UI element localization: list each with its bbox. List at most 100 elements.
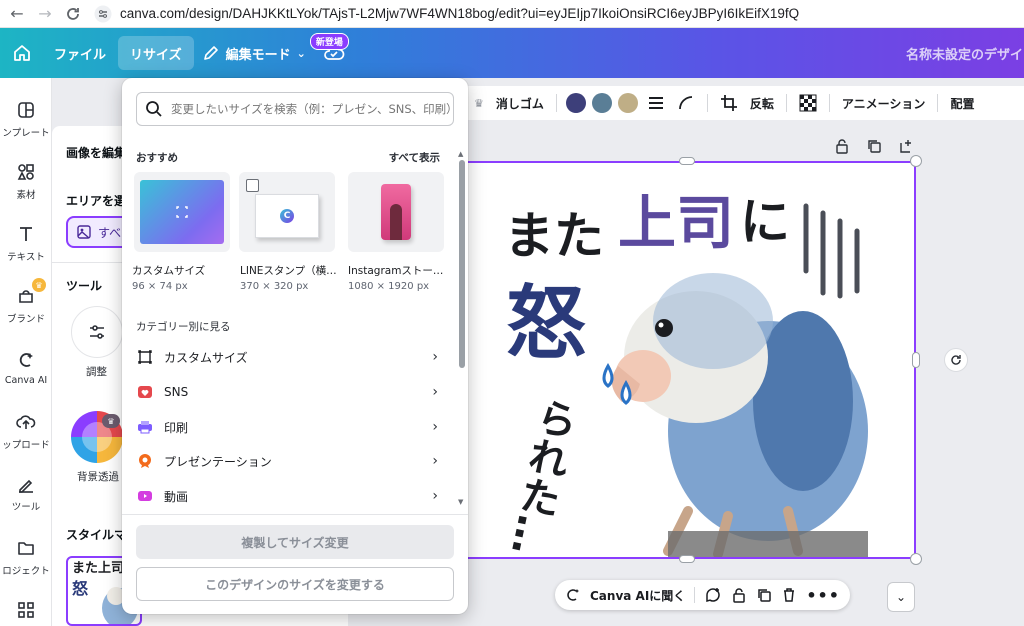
site-settings-icon[interactable] [94, 5, 112, 23]
back-icon[interactable]: ← [6, 3, 28, 25]
category-presentation[interactable]: プレゼンテーション › [136, 446, 442, 476]
pencil-icon [203, 46, 218, 60]
more-options-icon[interactable]: ••• [806, 586, 840, 605]
image-icon [77, 225, 91, 239]
animation-button[interactable]: アニメーション [836, 86, 932, 120]
bg-remover-label: 背景透過 [77, 471, 119, 483]
chevron-right-icon: › [432, 453, 438, 469]
color-swatch-2[interactable] [591, 93, 612, 113]
canva-ai-icon [14, 348, 38, 372]
crown-icon: ♛ [474, 96, 484, 110]
video-icon [136, 487, 154, 505]
printer-icon [136, 418, 154, 436]
border-lines-icon [648, 97, 663, 109]
forward-icon[interactable]: → [34, 3, 56, 25]
rail-item-tools[interactable]: ツール [0, 472, 51, 513]
flip-button[interactable]: 反転 [744, 86, 780, 120]
chevron-down-icon: ⌄ [296, 46, 306, 60]
chevron-right-icon: › [432, 384, 438, 400]
lock-icon[interactable] [731, 587, 747, 603]
eraser-button[interactable]: 消しゴム [490, 86, 550, 120]
address-bar[interactable]: canva.com/design/DAHJKKtLYok/TAjsT-L2Mjw… [94, 2, 799, 26]
category-video[interactable]: 動画 › [136, 481, 442, 511]
search-icon [146, 101, 162, 117]
ask-canva-ai-button[interactable]: Canva AIに聞く [590, 587, 685, 604]
rec-name-custom: カスタムサイズ [132, 265, 206, 277]
rec-card-instagram-story[interactable] [348, 172, 444, 252]
sliders-icon [90, 325, 104, 339]
arrange-button[interactable]: 配置 [944, 86, 980, 120]
duplicate-icon[interactable] [756, 587, 772, 603]
add-page-icon[interactable] [896, 136, 916, 156]
size-search-input[interactable] [171, 102, 451, 116]
category-print[interactable]: 印刷 › [136, 412, 442, 442]
dropdown-scrollbar[interactable]: ▲ ▼ [458, 150, 466, 510]
add-comment-icon[interactable] [704, 586, 722, 604]
resize-handle-br[interactable] [910, 553, 922, 565]
page-tools [832, 136, 916, 156]
resize-handle-top[interactable] [679, 157, 695, 165]
crop-icon [720, 95, 737, 111]
rec-size-line: 370 × 320 px [240, 281, 309, 292]
rail-item-templates[interactable]: ンプレート [0, 98, 51, 139]
rail-item-label: ツール [11, 502, 41, 513]
trash-icon[interactable] [781, 587, 797, 603]
rotate-button[interactable] [944, 348, 968, 372]
design-title[interactable]: 名称未設定のデザイン [906, 28, 1024, 78]
upload-icon [14, 410, 38, 434]
rail-item-apps[interactable] [0, 598, 51, 622]
rec-name-line: LINEスタンプ（横… [240, 265, 337, 277]
border-style-button[interactable] [641, 86, 671, 120]
rail-item-text[interactable]: テキスト [0, 222, 51, 263]
divider [694, 587, 696, 603]
style-match-heading: スタイルマ [66, 528, 127, 542]
tools-icon [14, 472, 38, 496]
rail-item-elements[interactable]: 素材 [0, 160, 51, 201]
color-swatch-3[interactable] [617, 93, 638, 113]
category-sns[interactable]: SNS › [136, 377, 442, 407]
divider [785, 94, 787, 112]
divider [937, 94, 939, 112]
select-all-label: すべ [98, 225, 122, 240]
duplicate-page-icon[interactable] [864, 136, 884, 156]
apps-icon [14, 598, 38, 622]
crop-button[interactable] [714, 86, 744, 120]
rec-size-custom: 96 × 74 px [132, 281, 188, 292]
resize-this-design-button[interactable]: このデザインのサイズを変更する [136, 567, 454, 601]
file-menu-button[interactable]: ファイル [42, 36, 118, 70]
sticker-text-line2: 怒 [506, 277, 586, 370]
sticker-text-line1a: また [504, 207, 604, 265]
resize-handle-bottom[interactable] [679, 555, 695, 563]
resize-handle-right[interactable] [912, 352, 920, 368]
color-swatch-1[interactable] [565, 93, 586, 113]
size-search-field[interactable] [136, 92, 454, 126]
rail-item-brand[interactable]: ♛ ブランド [0, 278, 51, 325]
home-button[interactable] [2, 36, 42, 70]
rail-item-label: ロジェクト [2, 566, 50, 577]
pages-expand-button[interactable]: ⌄ [887, 582, 915, 612]
rail-item-canva-ai[interactable]: Canva AI [0, 348, 51, 386]
rail-item-upload[interactable]: ップロード [0, 410, 51, 451]
design-page[interactable]: また 上司 に 怒 られた… [468, 161, 916, 559]
rec-card-line-sticker[interactable]: C [239, 172, 335, 252]
left-rail: ンプレート 素材 テキスト ♛ ブランド Canva AI ップロード ツール … [0, 78, 52, 626]
corner-radius-button[interactable] [671, 86, 701, 120]
adjust-tool-button[interactable] [71, 306, 123, 358]
rail-item-projects[interactable]: ロジェクト [0, 536, 51, 577]
show-all-link[interactable]: すべて表示 [389, 150, 440, 165]
resize-button[interactable]: リサイズ [118, 36, 194, 70]
quick-actions-bar: Canva AIに聞く ••• [555, 580, 850, 610]
select-checkbox[interactable] [246, 179, 259, 192]
resize-handle-tr[interactable] [910, 155, 922, 167]
category-custom-size[interactable]: カスタムサイズ › [136, 342, 442, 372]
reload-icon[interactable] [62, 3, 84, 25]
divider [828, 94, 830, 112]
rec-card-custom[interactable] [134, 172, 230, 252]
rotate-icon [951, 355, 961, 365]
edit-mode-button[interactable]: 編集モード ⌄ [194, 36, 314, 70]
checker-icon [799, 94, 817, 112]
cloud-save-button[interactable]: 新登場 [309, 33, 354, 70]
copy-and-resize-button[interactable]: 複製してサイズ変更 [136, 525, 454, 559]
lock-icon[interactable] [832, 136, 852, 156]
transparency-button[interactable] [793, 86, 823, 120]
